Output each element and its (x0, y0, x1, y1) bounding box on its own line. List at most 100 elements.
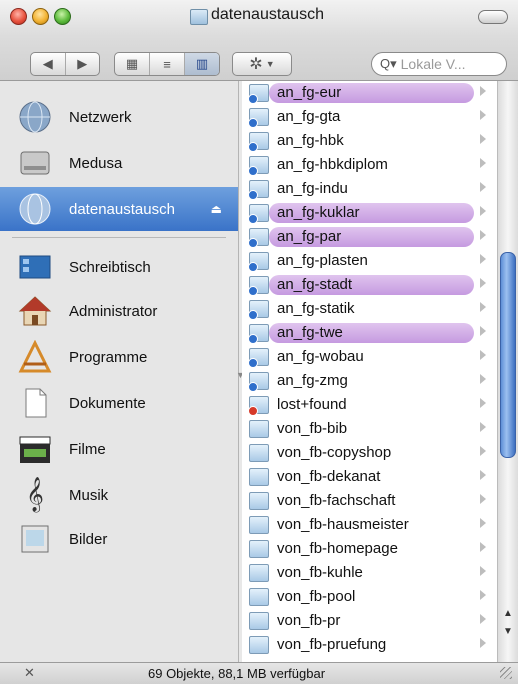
sidebar-item-schreibtisch[interactable]: Schreibtisch (0, 245, 238, 289)
folder-row[interactable]: von_fb-dekanat (242, 465, 498, 489)
folder-row[interactable]: an_fg-hbkdiplom (242, 153, 498, 177)
search-icon: Q▾ (380, 56, 397, 71)
folder-row[interactable]: von_fb-copyshop (242, 441, 498, 465)
sidebar-item-administrator[interactable]: Administrator (0, 289, 238, 333)
sidebar-item-medusa[interactable]: Medusa (0, 141, 238, 185)
folder-row[interactable]: von_fb-pr (242, 609, 498, 633)
sidebar-item-label: Netzwerk (69, 108, 132, 126)
shared-badge-icon (248, 190, 258, 200)
resize-grip-icon[interactable] (500, 667, 512, 679)
forward-button[interactable]: ▶ (66, 53, 100, 75)
folder-row[interactable]: von_fb-fachschaft (242, 489, 498, 513)
finder-window: datenaustausch ◀ ▶ ▦ ≡ ▥ ✲ ▼ Q▾ Lokale V.… (0, 0, 518, 684)
folder-row[interactable]: von_fb-homepage (242, 537, 498, 561)
folder-row[interactable]: von_fb-pool (242, 585, 498, 609)
folder-row[interactable]: von_fb-pruefung (242, 633, 498, 657)
folder-icon (248, 396, 269, 416)
folder-row[interactable]: lost+found (242, 393, 498, 417)
sidebar-item-filme[interactable]: Filme (0, 427, 238, 471)
folder-row[interactable]: an_fg-hbk (242, 129, 498, 153)
folder-name: von_fb-hausmeister (277, 516, 409, 533)
movies-clapperboard-icon (19, 436, 51, 463)
folder-icon (248, 348, 269, 368)
column-view-button[interactable]: ▥ (185, 53, 219, 75)
minimize-window-button[interactable] (32, 8, 49, 25)
folder-row[interactable]: an_fg-zmg (242, 369, 498, 393)
column-view-icon: ▥ (195, 56, 209, 71)
eject-icon[interactable]: ⏏ (211, 202, 222, 216)
folder-row[interactable]: an_fg-statik (242, 297, 498, 321)
shared-badge-icon (248, 118, 258, 128)
folder-row[interactable]: an_fg-plasten (242, 249, 498, 273)
sidebar-item-datenaustausch[interactable]: datenaustausch ⏏ (0, 187, 238, 231)
folder-row[interactable]: an_fg-par (242, 225, 498, 249)
search-field[interactable]: Q▾ Lokale V... (371, 52, 507, 76)
sidebar-item-bilder[interactable]: Bilder (0, 517, 238, 561)
folder-name: an_fg-par (269, 227, 474, 247)
sidebar-divider (12, 237, 226, 238)
folder-row[interactable]: an_fg-wobau (242, 345, 498, 369)
list-view-button[interactable]: ≡ (150, 53, 185, 75)
folder-row[interactable]: an_fg-twe (242, 321, 498, 345)
folder-row[interactable]: von_fb-bib (242, 417, 498, 441)
music-note-icon: 𝄞 (26, 478, 44, 511)
sidebar-item-label: Filme (69, 440, 106, 458)
disclosure-arrow-icon (480, 446, 486, 456)
sidebar-item-dokumente[interactable]: Dokumente (0, 381, 238, 425)
shared-badge-icon (248, 382, 258, 392)
close-window-button[interactable] (10, 8, 27, 25)
scroll-up-button[interactable]: ▲ (499, 606, 517, 622)
folder-icon (248, 300, 269, 320)
folder-row[interactable]: an_fg-stadt (242, 273, 498, 297)
folder-row[interactable]: an_fg-gta (242, 105, 498, 129)
folder-row[interactable]: an_fg-indu (242, 177, 498, 201)
shared-badge-icon (248, 358, 258, 368)
sidebar-item-musik[interactable]: 𝄞 Musik (0, 473, 238, 517)
scroll-thumb[interactable] (500, 252, 516, 458)
icon-view-button[interactable]: ▦ (115, 53, 150, 75)
disclosure-arrow-icon (480, 326, 486, 336)
folder-icon (248, 276, 269, 296)
folder-row[interactable]: von_fb-kuhle (242, 561, 498, 585)
folder-row[interactable]: an_fg-eur (242, 81, 498, 105)
shared-badge-icon (248, 310, 258, 320)
disclosure-arrow-icon (480, 86, 486, 96)
folder-icon (249, 492, 269, 510)
folder-name: an_fg-zmg (277, 372, 348, 389)
folder-icon (249, 588, 269, 606)
scroll-down-button[interactable]: ▼ (499, 624, 517, 640)
disclosure-arrow-icon (480, 158, 486, 168)
folder-name: von_fb-homepage (277, 540, 398, 557)
folder-icon (248, 156, 269, 176)
sidebar: Netzwerk Medusa datenaustausch ⏏ Schreib… (0, 81, 239, 662)
toolbar-toggle-button[interactable] (478, 10, 508, 24)
disclosure-arrow-icon (480, 422, 486, 432)
action-menu-button[interactable]: ✲ ▼ (232, 52, 292, 76)
title-toolbar: datenaustausch ◀ ▶ ▦ ≡ ▥ ✲ ▼ Q▾ Lokale V.… (0, 0, 518, 81)
disclosure-arrow-icon (480, 566, 486, 576)
sidebar-item-netzwerk[interactable]: Netzwerk (0, 95, 238, 139)
folder-icon (249, 612, 269, 630)
disclosure-arrow-icon (480, 254, 486, 264)
folder-icon (248, 180, 269, 200)
folder-row[interactable]: von_fb-hausmeister (242, 513, 498, 537)
applications-icon (18, 340, 52, 373)
sidebar-item-label: Administrator (69, 302, 158, 320)
shared-badge-icon (248, 94, 258, 104)
back-button[interactable]: ◀ (31, 53, 66, 75)
disclosure-arrow-icon (480, 374, 486, 384)
zoom-window-button[interactable] (54, 8, 71, 25)
sidebar-item-programme[interactable]: Programme (0, 335, 238, 379)
disclosure-arrow-icon (480, 494, 486, 504)
documents-icon (25, 388, 47, 418)
disclosure-arrow-icon (480, 302, 486, 312)
column-resize-handle[interactable]: ▼ (236, 370, 245, 382)
list-view-icon: ≡ (163, 56, 171, 72)
sidebar-item-label: Dokumente (69, 394, 146, 412)
folder-name: an_fg-kuklar (269, 203, 474, 223)
sidebar-item-label: Programme (69, 348, 148, 366)
disclosure-arrow-icon (480, 398, 486, 408)
folder-row[interactable]: an_fg-kuklar (242, 201, 498, 225)
folder-icon (248, 204, 269, 224)
folder-icon (248, 228, 269, 248)
